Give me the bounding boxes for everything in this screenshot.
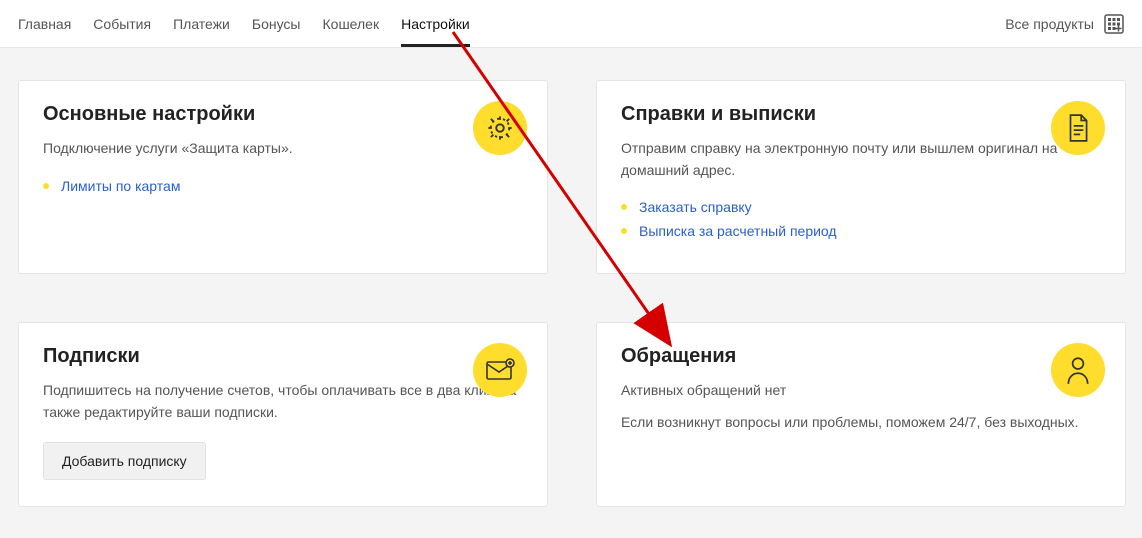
card-main-settings[interactable]: Основные настройки Подключение услуги «З… <box>18 80 548 274</box>
add-subscription-button[interactable]: Добавить подписку <box>43 442 206 480</box>
tab-settings[interactable]: Настройки <box>401 0 470 47</box>
bullet-link: Выписка за расчетный период <box>621 223 1101 239</box>
grid-icon <box>1104 14 1124 34</box>
card-subscriptions[interactable]: Подписки Подпишитесь на получение счетов… <box>18 322 548 506</box>
bullet-dot-icon <box>43 183 49 189</box>
link-card-limits[interactable]: Лимиты по картам <box>61 178 180 194</box>
all-products-link[interactable]: Все продукты <box>1005 14 1124 34</box>
top-nav: Главная События Платежи Бонусы Кошелек Н… <box>0 0 1142 48</box>
card-statements[interactable]: Справки и выписки Отправим справку на эл… <box>596 80 1126 274</box>
card-links: Заказать справку Выписка за расчетный пе… <box>621 199 1101 239</box>
tab-events[interactable]: События <box>93 0 151 47</box>
card-desc: Если возникнут вопросы или проблемы, пом… <box>621 412 1101 434</box>
card-title: Обращения <box>621 345 1101 368</box>
bullet-dot-icon <box>621 228 627 234</box>
tab-wallet[interactable]: Кошелек <box>323 0 380 47</box>
card-links: Лимиты по картам <box>43 178 523 194</box>
tab-home[interactable]: Главная <box>18 0 71 47</box>
bullet-dot-icon <box>621 204 627 210</box>
person-icon <box>1051 343 1105 397</box>
card-title: Основные настройки <box>43 103 523 126</box>
tab-bonuses[interactable]: Бонусы <box>252 0 301 47</box>
card-desc: Подключение услуги «Защита карты». <box>43 138 523 160</box>
nav-tabs: Главная События Платежи Бонусы Кошелек Н… <box>18 0 470 47</box>
bullet-link: Заказать справку <box>621 199 1101 215</box>
card-desc: Отправим справку на электронную почту ил… <box>621 138 1101 181</box>
document-icon <box>1051 101 1105 155</box>
link-period-statement[interactable]: Выписка за расчетный период <box>639 223 837 239</box>
card-title: Подписки <box>43 345 523 368</box>
all-products-label: Все продукты <box>1005 16 1094 32</box>
bullet-link: Лимиты по картам <box>43 178 523 194</box>
gear-icon <box>473 101 527 155</box>
card-appeals[interactable]: Обращения Активных обращений нет Если во… <box>596 322 1126 506</box>
link-order-statement[interactable]: Заказать справку <box>639 199 752 215</box>
content-grid: Основные настройки Подключение услуги «З… <box>0 48 1142 525</box>
card-desc: Подпишитесь на получение счетов, чтобы о… <box>43 380 523 423</box>
envelope-plus-icon <box>473 343 527 397</box>
card-title: Справки и выписки <box>621 103 1101 126</box>
card-status: Активных обращений нет <box>621 380 1101 402</box>
tab-payments[interactable]: Платежи <box>173 0 230 47</box>
